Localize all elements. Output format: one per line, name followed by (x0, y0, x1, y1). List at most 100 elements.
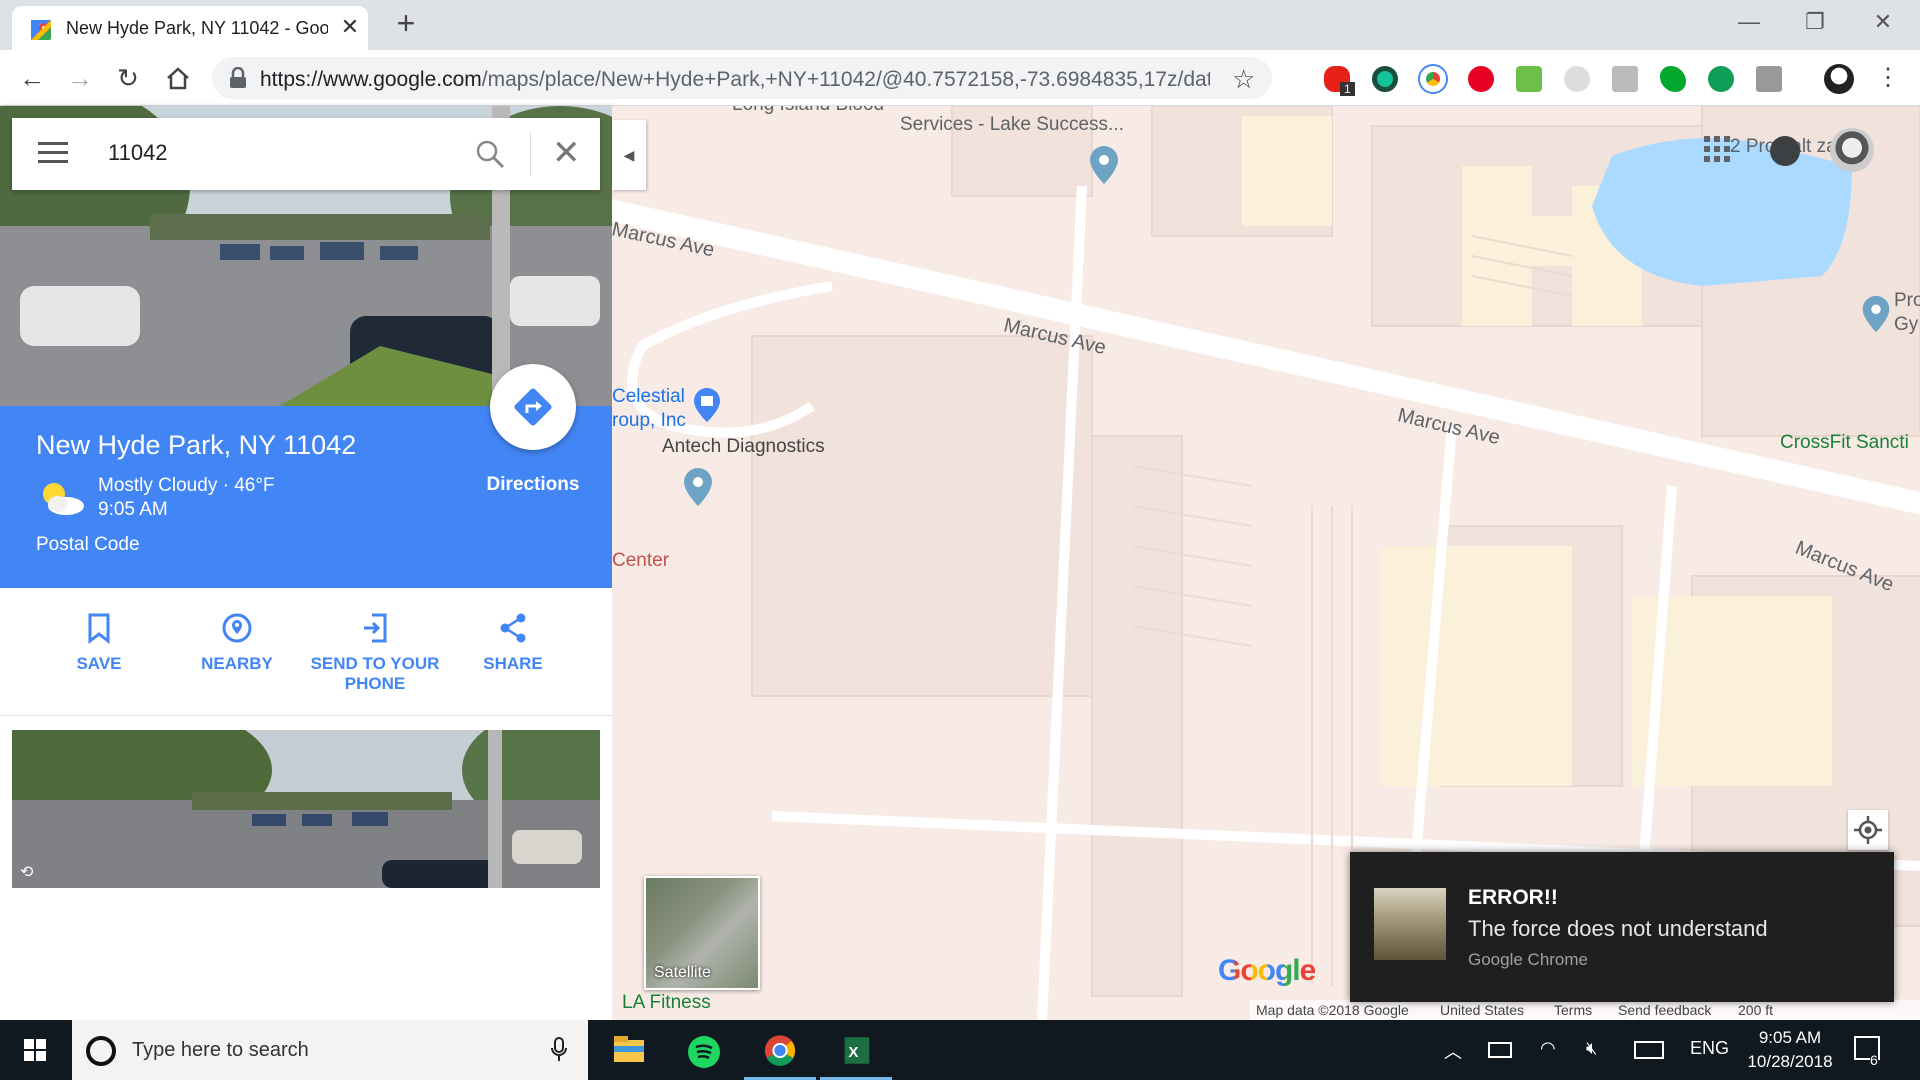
wifi-icon[interactable]: ◠ (1540, 1038, 1556, 1059)
save-button[interactable]: SAVE (30, 612, 168, 674)
restore-icon[interactable]: ❐ (1790, 4, 1840, 40)
street-view-thumbnail[interactable]: ⟲ (12, 730, 600, 888)
search-input[interactable]: 11042 (108, 140, 168, 166)
map-label-celestial-group[interactable]: roup, Inc (612, 410, 686, 432)
evernote-clipper-icon[interactable] (1516, 66, 1542, 92)
url-host: https://www.google.com (260, 68, 482, 91)
map-pin-icon[interactable] (1860, 294, 1892, 334)
volume-muted-icon[interactable]: 🔇︎ (1586, 1038, 1597, 1059)
share-label: SHARE (483, 654, 543, 673)
hangouts-icon[interactable] (1708, 66, 1734, 92)
my-location-button[interactable] (1848, 810, 1888, 850)
nearby-button[interactable]: NEARBY (168, 612, 306, 674)
map-pin-icon[interactable] (682, 466, 714, 508)
map-label-pro-gym-2[interactable]: Gy (1894, 314, 1918, 336)
map-label-pro-gym[interactable]: Pro (1894, 290, 1920, 312)
language-indicator[interactable]: ENG (1690, 1038, 1729, 1059)
send-to-phone-label: SEND TO YOUR PHONE (310, 654, 440, 693)
apps-grid-icon[interactable] (1702, 134, 1732, 164)
tab-title: New Hyde Park, NY 11042 - Goo (66, 18, 328, 38)
taskbar-search[interactable]: Type here to search (72, 1020, 588, 1080)
map-label-center[interactable]: Center (612, 550, 669, 572)
country-link[interactable]: United States (1440, 1002, 1524, 1018)
map-label-celestial[interactable]: Celestial (612, 386, 685, 408)
clock-date: 10/28/2018 (1747, 1052, 1833, 1071)
notifications-bell-icon[interactable] (1770, 136, 1800, 166)
place-title: New Hyde Park, NY 11042 (36, 430, 357, 460)
search-icon[interactable] (474, 138, 506, 170)
yoda-image (1374, 888, 1446, 960)
satellite-layer-toggle[interactable]: Satellite (644, 876, 760, 990)
map-label-antech[interactable]: Antech Diagnostics (662, 436, 825, 458)
new-tab-button[interactable]: + (390, 7, 422, 40)
send-to-phone-button[interactable]: SEND TO YOUR PHONE (306, 612, 444, 694)
close-tab-icon[interactable]: ✕ (338, 15, 362, 39)
window-close-icon[interactable]: ✕ (1858, 4, 1908, 40)
search-box: 11042 ✕ (12, 118, 600, 190)
google-logo: Google (1218, 954, 1316, 988)
url-path: /maps/place/New+Hyde+Park,+NY+11042/@40.… (481, 68, 1210, 91)
evernote-icon[interactable] (1660, 66, 1686, 92)
terms-link[interactable]: Terms (1554, 1002, 1592, 1018)
spotify-icon[interactable] (668, 1024, 740, 1080)
nearby-pin-icon (222, 613, 252, 643)
url-text: https://www.google.com/maps/place/New+Hy… (260, 68, 1210, 92)
keyboard-icon[interactable] (1634, 1041, 1664, 1059)
map-label-blood-services-1[interactable]: Long Island Blood (732, 106, 884, 116)
clear-search-icon[interactable]: ✕ (552, 134, 581, 172)
map-label-la-fitness[interactable]: LA Fitness (622, 992, 711, 1014)
map-pin-icon[interactable] (1088, 144, 1120, 186)
microphone-icon[interactable] (550, 1036, 568, 1064)
system-clock[interactable]: 9:05 AM 10/28/2018 (1740, 1026, 1840, 1074)
share-button[interactable]: SHARE (444, 612, 582, 674)
grammarly-icon[interactable] (1372, 66, 1398, 92)
show-hidden-icons-icon[interactable]: ︿ (1444, 1038, 1462, 1064)
hamburger-menu-icon[interactable] (38, 142, 68, 166)
place-category: Postal Code (36, 534, 140, 555)
tab-strip: New Hyde Park, NY 11042 - Goo ✕ + — ❐ ✕ (0, 0, 1920, 50)
directions-button[interactable] (490, 364, 576, 450)
bookmark-star-icon[interactable]: ☆ (1232, 64, 1260, 95)
notion-icon[interactable] (1756, 66, 1782, 92)
google-maps-favicon (31, 20, 51, 40)
back-icon[interactable]: ← (16, 62, 48, 94)
chrome-icon[interactable] (744, 1024, 816, 1080)
local-time: 9:05 AM (98, 499, 168, 520)
divider (530, 132, 531, 176)
chrome-menu-icon[interactable]: ⋮ (1872, 62, 1904, 94)
account-avatar[interactable] (1830, 128, 1874, 172)
address-bar[interactable]: https://www.google.com/maps/place/New+Hy… (212, 57, 1272, 99)
svg-text:X: X (848, 1044, 858, 1061)
file-explorer-icon[interactable] (592, 1024, 664, 1080)
directions-label[interactable]: Directions (478, 474, 588, 496)
error-notification[interactable]: ERROR!! The force does not understand Go… (1350, 852, 1894, 1002)
gray-icon[interactable] (1564, 66, 1590, 92)
profile-avatar[interactable] (1824, 64, 1854, 94)
excel-icon[interactable]: X (820, 1024, 892, 1080)
map-label-blood-services-2[interactable]: Services - Lake Success... (900, 114, 1124, 136)
pinterest-icon[interactable] (1468, 66, 1494, 92)
home-icon[interactable] (162, 62, 194, 94)
reload-icon[interactable]: ↻ (112, 62, 144, 94)
weather-condition: Mostly Cloudy · 46°F (98, 475, 275, 496)
collapse-arrow-icon: ◀ (623, 147, 635, 163)
scale-bar[interactable]: 200 ft (1738, 1002, 1773, 1018)
forward-icon[interactable]: → (64, 62, 96, 94)
shopping-bag-pin-icon[interactable] (692, 386, 722, 424)
windows-start-icon[interactable] (0, 1020, 70, 1080)
chrome-apps-icon[interactable] (1420, 66, 1446, 92)
browser-toolbar: ← → ↻ https://www.google.com/maps/place/… (0, 50, 1920, 106)
cortana-icon (86, 1036, 116, 1066)
battery-icon[interactable] (1488, 1042, 1512, 1058)
map-label-crossfit[interactable]: CrossFit Sancti (1780, 432, 1909, 454)
notification-count: 6 (1870, 1052, 1878, 1068)
weather-text: Mostly Cloudy · 46°F 9:05 AM (98, 474, 275, 522)
browser-tab[interactable]: New Hyde Park, NY 11042 - Goo ✕ (12, 6, 368, 50)
save-label: SAVE (76, 654, 122, 673)
send-feedback-link[interactable]: Send feedback (1618, 1002, 1711, 1018)
nearby-label: NEARBY (201, 654, 273, 673)
minimize-icon[interactable]: — (1724, 4, 1774, 40)
screenshot-icon[interactable] (1612, 66, 1638, 92)
collapse-panel-button[interactable]: ◀ (612, 120, 646, 190)
my-location-icon (1854, 816, 1882, 844)
